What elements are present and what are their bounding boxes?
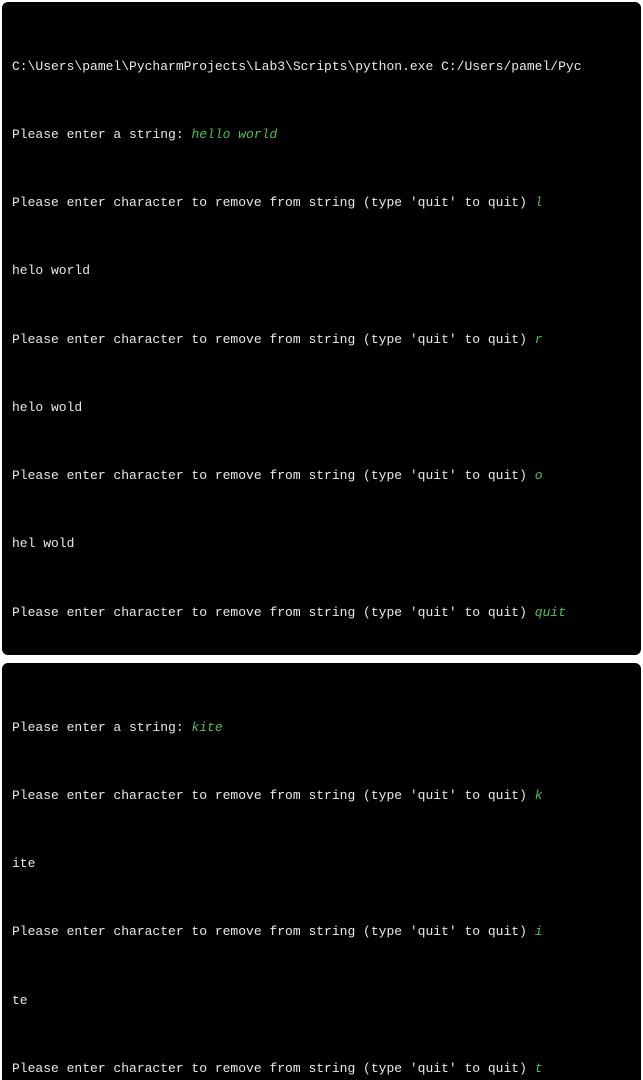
- user-input-quit: quit: [535, 605, 566, 620]
- prompt-char-label: Please enter character to remove from st…: [12, 332, 535, 347]
- output-line: helo wold: [12, 397, 631, 420]
- prompt-char-label: Please enter character to remove from st…: [12, 924, 535, 939]
- output-line: ite: [12, 853, 631, 876]
- user-input-string: hello world: [191, 127, 277, 142]
- prompt-char-label: Please enter character to remove from st…: [12, 605, 535, 620]
- prompt-line: Please enter character to remove from st…: [12, 192, 631, 215]
- console-block-2: Please enter a string: kite Please enter…: [2, 663, 641, 1080]
- output-line: hel wold: [12, 533, 631, 556]
- prompt-char-label: Please enter character to remove from st…: [12, 788, 535, 803]
- prompt-line: Please enter a string: hello world: [12, 124, 631, 147]
- prompt-char-label: Please enter character to remove from st…: [12, 468, 535, 483]
- user-input-char: i: [535, 924, 543, 939]
- user-input-char: r: [535, 332, 543, 347]
- user-input-string: kite: [191, 720, 222, 735]
- output-line: helo world: [12, 260, 631, 283]
- prompt-line: Please enter character to remove from st…: [12, 329, 631, 352]
- user-input-char: o: [535, 468, 543, 483]
- prompt-line: Please enter character to remove from st…: [12, 465, 631, 488]
- prompt-char-label: Please enter character to remove from st…: [12, 195, 535, 210]
- prompt-line: Please enter character to remove from st…: [12, 785, 631, 808]
- command-path: C:\Users\pamel\PycharmProjects\Lab3\Scri…: [12, 56, 631, 79]
- prompt-char-label: Please enter character to remove from st…: [12, 1061, 535, 1076]
- prompt-line: Please enter character to remove from st…: [12, 1058, 631, 1080]
- prompt-string-label: Please enter a string:: [12, 720, 191, 735]
- user-input-char: k: [535, 788, 543, 803]
- prompt-line: Please enter character to remove from st…: [12, 921, 631, 944]
- output-line: te: [12, 990, 631, 1013]
- console-block-1: C:\Users\pamel\PycharmProjects\Lab3\Scri…: [2, 2, 641, 655]
- user-input-char: t: [535, 1061, 543, 1076]
- prompt-line: Please enter a string: kite: [12, 717, 631, 740]
- user-input-char: l: [535, 195, 543, 210]
- prompt-line: Please enter character to remove from st…: [12, 602, 631, 625]
- prompt-string-label: Please enter a string:: [12, 127, 191, 142]
